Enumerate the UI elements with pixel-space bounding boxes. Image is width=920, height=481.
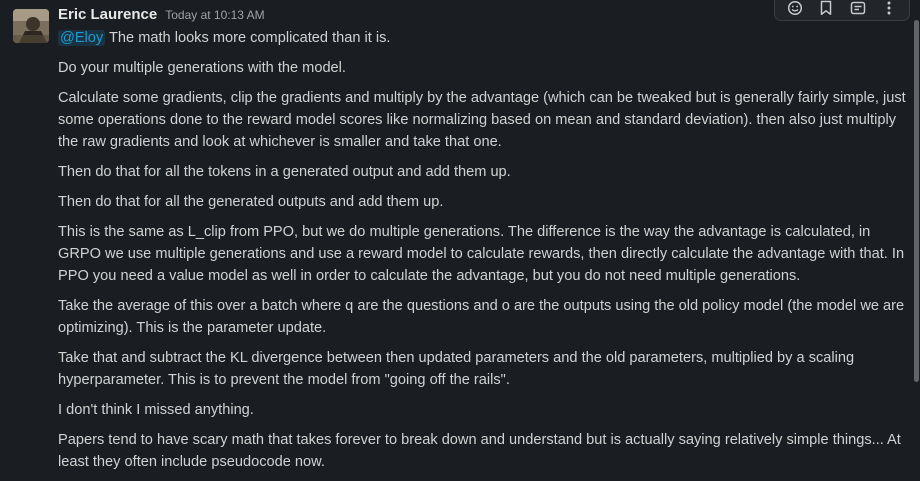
message-timestamp[interactable]: Today at 10:13 AM <box>165 8 264 22</box>
message-paragraph: Do your multiple generations with the mo… <box>58 60 346 76</box>
message-paragraph: Then do that for all the generated outpu… <box>58 194 444 210</box>
message-paragraph: Take that and subtract the KL divergence… <box>58 350 855 388</box>
bookmark-icon <box>821 0 832 15</box>
author-name[interactable]: Eric Laurence <box>58 6 157 23</box>
message-paragraph: Then do that for all the tokens in a gen… <box>58 164 511 180</box>
message-header: Eric Laurence Today at 10:13 AM <box>58 6 265 26</box>
save-for-later-button[interactable] <box>845 0 871 19</box>
scrollbar[interactable] <box>912 0 920 476</box>
message-paragraph: I don't think I missed anything. <box>58 402 254 418</box>
message-paragraph: @Eloy The math looks more complicated th… <box>58 27 910 49</box>
more-actions-button[interactable] <box>876 0 902 19</box>
message-paragraph: Take the average of this over a batch wh… <box>58 298 905 336</box>
save-for-later-icon <box>850 1 865 14</box>
more-actions-icon <box>887 1 891 14</box>
message-text: The math looks more complicated than it … <box>105 30 391 46</box>
message-paragraph: This is the same as L_clip from PPO, but… <box>58 224 905 284</box>
scrollbar-thumb[interactable] <box>914 20 919 382</box>
avatar-image <box>13 9 49 43</box>
message-paragraph: Calculate some gradients, clip the gradi… <box>58 90 906 150</box>
message-body: @Eloy The math looks more complicated th… <box>58 27 910 481</box>
avatar[interactable] <box>13 9 49 43</box>
message-paragraph: Papers tend to have scary math that take… <box>58 432 901 470</box>
add-reaction-icon <box>787 0 802 15</box>
message: Eric Laurence Today at 10:13 AM @Eloy Th… <box>0 0 912 476</box>
add-reaction-button[interactable] <box>782 0 808 19</box>
bookmark-button[interactable] <box>813 0 839 19</box>
message-actions-toolbar <box>774 0 910 21</box>
user-mention[interactable]: @Eloy <box>58 30 106 46</box>
